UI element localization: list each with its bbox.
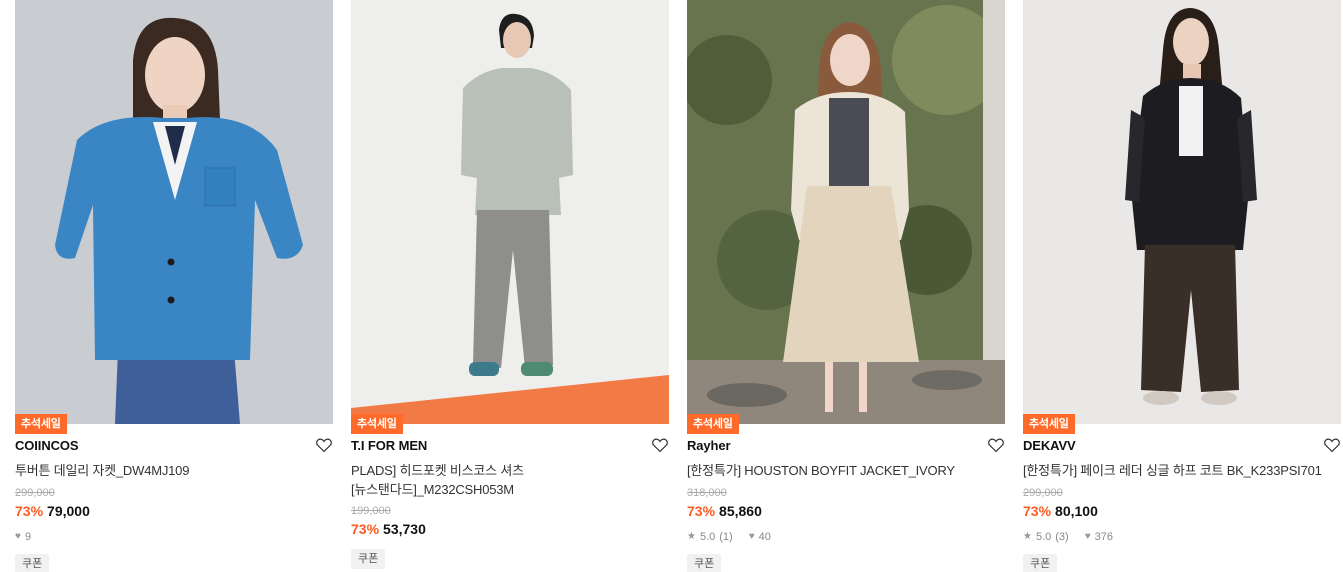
sale-price: 79,000 bbox=[47, 503, 90, 519]
brand-name[interactable]: Rayher bbox=[687, 438, 731, 453]
sale-price: 53,730 bbox=[383, 521, 426, 537]
sale-badge: 추석세일 bbox=[351, 414, 403, 434]
product-card[interactable]: 추석세일 COIINCOS 투버튼 데일리 자켓_DW4MJ109 299,00… bbox=[15, 0, 333, 572]
product-stats: ♥ 9 bbox=[15, 531, 31, 543]
wishlist-heart-icon[interactable] bbox=[1323, 436, 1341, 454]
product-name-line: [뉴스탠다드]_M232CSH053M bbox=[351, 482, 514, 497]
like-count: 376 bbox=[1094, 531, 1114, 543]
sale-badge: 추석세일 bbox=[687, 414, 739, 434]
product-photo bbox=[1023, 0, 1341, 424]
product-name[interactable]: PLADS] 히드포켓 비스코스 셔츠 [뉴스탠다드]_M232CSH053M bbox=[351, 461, 651, 499]
discount-rate: 73% bbox=[1023, 503, 1052, 519]
product-stats: ★ 5.0 (1) ♥ 40 bbox=[687, 531, 771, 543]
product-name-line: [한정특가] 페이크 레더 싱글 하프 코트 BK_K233PSI701 bbox=[1023, 463, 1322, 478]
product-name-line: [한정특가] HOUSTON BOYFIT JACKET_IVORY bbox=[687, 463, 955, 478]
sale-price: 80,100 bbox=[1055, 503, 1098, 519]
coupon-tag: 쿠폰 bbox=[687, 554, 722, 572]
product-image[interactable] bbox=[1023, 0, 1341, 424]
product-card[interactable]: 추석세일 DEKAVV [한정특가] 페이크 레더 싱글 하프 코트 BK_K2… bbox=[1023, 0, 1341, 572]
like-count: 40 bbox=[758, 531, 771, 543]
star-icon: ★ bbox=[1023, 531, 1032, 542]
review-count: (1) bbox=[719, 531, 733, 543]
product-image[interactable] bbox=[687, 0, 1005, 424]
wishlist-heart-icon[interactable] bbox=[315, 436, 333, 454]
product-name[interactable]: 투버튼 데일리 자켓_DW4MJ109 bbox=[15, 461, 315, 480]
coupon-tag: 쿠폰 bbox=[351, 549, 386, 569]
brand-name[interactable]: COIINCOS bbox=[15, 438, 79, 453]
wishlist-heart-icon[interactable] bbox=[987, 436, 1005, 454]
product-photo bbox=[351, 0, 669, 424]
product-name-line: PLADS] 히드포켓 비스코스 셔츠 bbox=[351, 463, 524, 478]
sale-price: 85,860 bbox=[719, 503, 762, 519]
coupon-tag: 쿠폰 bbox=[1023, 554, 1058, 572]
product-name[interactable]: [한정특가] HOUSTON BOYFIT JACKET_IVORY bbox=[687, 461, 987, 480]
product-name[interactable]: [한정특가] 페이크 레더 싱글 하프 코트 BK_K233PSI701 bbox=[1023, 461, 1323, 480]
brand-name[interactable]: T.I FOR MEN bbox=[351, 438, 427, 453]
product-name-line: 투버튼 데일리 자켓_DW4MJ109 bbox=[15, 463, 190, 478]
discount-rate: 73% bbox=[687, 503, 716, 519]
review-count: (3) bbox=[1055, 531, 1069, 543]
product-card[interactable]: 추석세일 T.I FOR MEN PLADS] 히드포켓 비스코스 셔츠 [뉴스… bbox=[351, 0, 669, 572]
price-row: 73% 85,860 bbox=[687, 503, 762, 519]
rating-value: 5.0 bbox=[699, 531, 716, 543]
heart-count-icon: ♥ bbox=[748, 531, 755, 542]
heart-count-icon: ♥ bbox=[1084, 531, 1091, 542]
product-stats: ★ 5.0 (3) ♥ 376 bbox=[1023, 531, 1113, 543]
rating-value: 5.0 bbox=[1035, 531, 1052, 543]
product-photo bbox=[15, 0, 333, 424]
original-price: 199,000 bbox=[351, 505, 391, 517]
coupon-tag: 쿠폰 bbox=[15, 554, 50, 572]
price-row: 73% 53,730 bbox=[351, 521, 426, 537]
discount-rate: 73% bbox=[15, 503, 44, 519]
star-icon: ★ bbox=[687, 531, 696, 542]
product-image[interactable] bbox=[15, 0, 333, 424]
like-count: 9 bbox=[24, 531, 32, 543]
original-price: 299,000 bbox=[15, 487, 55, 499]
brand-name[interactable]: DEKAVV bbox=[1023, 438, 1076, 453]
product-card[interactable]: 추석세일 Rayher [한정특가] HOUSTON BOYFIT JACKET… bbox=[687, 0, 1005, 572]
product-image[interactable] bbox=[351, 0, 669, 424]
wishlist-heart-icon[interactable] bbox=[651, 436, 669, 454]
original-price: 318,000 bbox=[687, 487, 727, 499]
heart-count-icon: ♥ bbox=[15, 531, 21, 542]
discount-rate: 73% bbox=[351, 521, 380, 537]
original-price: 299,000 bbox=[1023, 487, 1063, 499]
price-row: 73% 79,000 bbox=[15, 503, 90, 519]
sale-badge: 추석세일 bbox=[15, 414, 67, 434]
sale-badge: 추석세일 bbox=[1023, 414, 1075, 434]
product-photo bbox=[687, 0, 1005, 424]
price-row: 73% 80,100 bbox=[1023, 503, 1098, 519]
